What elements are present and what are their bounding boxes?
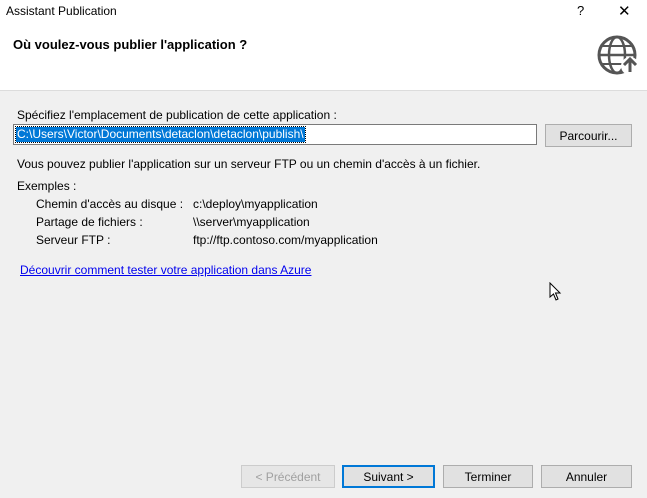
publish-path-value: C:\Users\Victor\Documents\detaclon\detac… — [15, 126, 306, 143]
wizard-header: Où voulez-vous publier l'application ? — [0, 24, 647, 91]
example-ftp-label: Serveur FTP : — [36, 233, 111, 247]
example-share-label: Partage de fichiers : — [36, 215, 143, 229]
finish-button[interactable]: Terminer — [443, 465, 533, 488]
mouse-cursor-icon — [549, 282, 562, 301]
previous-button[interactable]: < Précédent — [241, 465, 335, 488]
cancel-button[interactable]: Annuler — [541, 465, 632, 488]
example-share-value: \\server\myapplication — [193, 215, 310, 229]
help-button[interactable]: ? — [577, 3, 584, 18]
browse-button[interactable]: Parcourir... — [545, 124, 632, 147]
page-title: Où voulez-vous publier l'application ? — [13, 37, 248, 52]
example-ftp-value: ftp://ftp.contoso.com/myapplication — [193, 233, 378, 247]
window-title: Assistant Publication — [6, 4, 117, 18]
info-text: Vous pouvez publier l'application sur un… — [17, 157, 481, 171]
globe-publish-icon — [597, 35, 639, 75]
example-disk-value: c:\deploy\myapplication — [193, 197, 318, 211]
title-bar: Assistant Publication ? ✕ — [0, 0, 647, 24]
next-button[interactable]: Suivant > — [342, 465, 435, 488]
location-label: Spécifiez l'emplacement de publication d… — [17, 108, 337, 122]
azure-test-link[interactable]: Découvrir comment tester votre applicati… — [20, 263, 311, 277]
publish-path-input[interactable]: C:\Users\Victor\Documents\detaclon\detac… — [13, 124, 537, 145]
example-disk-label: Chemin d'accès au disque : — [36, 197, 184, 211]
close-button[interactable]: ✕ — [618, 2, 631, 20]
examples-title: Exemples : — [17, 179, 77, 193]
